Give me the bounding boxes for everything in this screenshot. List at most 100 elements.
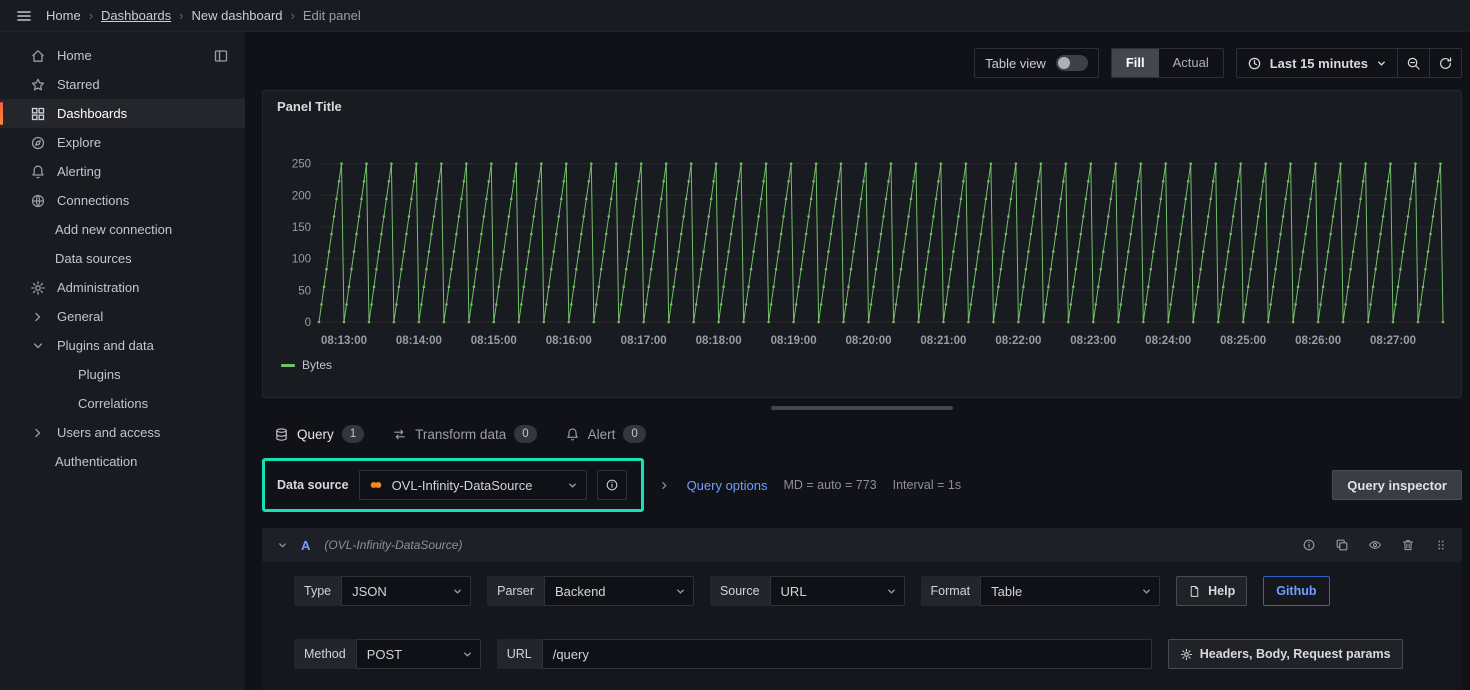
method-field: Method POST [294, 639, 481, 669]
type-label: Type [294, 576, 341, 606]
breadcrumb-dashboards[interactable]: Dashboards [101, 8, 171, 23]
type-select[interactable]: JSON [341, 576, 471, 606]
sidebar-item-label: Users and access [57, 425, 160, 440]
chevron-down-icon [1376, 58, 1387, 69]
chevron-right-icon [30, 309, 46, 325]
datasource-highlight: Data source OVL-Infinity-DataSource [262, 458, 644, 512]
fill-button[interactable]: Fill [1112, 49, 1159, 77]
sidebar-item-starred[interactable]: Starred [0, 70, 245, 99]
compass-icon [30, 135, 46, 151]
refresh-button[interactable] [1429, 49, 1461, 77]
breadcrumb-edit-panel: Edit panel [303, 8, 361, 23]
svg-text:0: 0 [305, 317, 311, 329]
actual-button[interactable]: Actual [1159, 49, 1223, 77]
bell-icon [30, 164, 46, 180]
sidebar-item-users-and-access[interactable]: Users and access [0, 418, 245, 447]
sidebar-item-general[interactable]: General [0, 302, 245, 331]
tab-label: Transform data [415, 427, 506, 442]
breadcrumb-home[interactable]: Home [46, 8, 81, 23]
help-button[interactable]: Help [1176, 576, 1247, 606]
chart-legend[interactable]: Bytes [273, 354, 1451, 372]
chevron-right-icon [658, 479, 671, 492]
query-row-actions [1300, 536, 1450, 554]
sidebar-item-label: Add new connection [55, 222, 172, 237]
svg-text:08:19:00: 08:19:00 [771, 335, 817, 347]
transform-icon [392, 427, 407, 442]
query-help-icon[interactable] [1300, 536, 1318, 554]
panel-resize-handle[interactable] [771, 406, 953, 410]
source-select[interactable]: URL [770, 576, 905, 606]
dashboards-icon [30, 106, 46, 122]
query-inspector-button[interactable]: Query inspector [1332, 470, 1462, 500]
breadcrumb-new-dashboard[interactable]: New dashboard [191, 8, 282, 23]
url-field: URL [497, 639, 1152, 669]
connections-icon [30, 193, 46, 209]
query-ref-id[interactable]: A [301, 538, 310, 553]
sidebar-item-correlations[interactable]: Correlations [0, 389, 245, 418]
chevron-down-icon [1141, 586, 1152, 597]
headers-body-params-label: Headers, Body, Request params [1200, 647, 1391, 661]
sidebar-item-administration[interactable]: Administration [0, 273, 245, 302]
type-value: JSON [352, 584, 387, 599]
legend-label: Bytes [302, 358, 332, 372]
tab-transform-data[interactable]: Transform data 0 [392, 425, 536, 443]
dock-menu-icon[interactable] [211, 46, 231, 66]
tab-alert[interactable]: Alert 0 [565, 425, 646, 443]
chevron-down-icon [30, 338, 46, 354]
sidebar-item-label: Starred [57, 77, 100, 92]
editor-tabs: Query 1 Transform data 0 Alert 0 [262, 422, 1462, 446]
table-view-control: Table view [974, 48, 1099, 78]
sidebar-item-dashboards[interactable]: Dashboards [0, 99, 245, 128]
zoom-out-button[interactable] [1397, 49, 1429, 77]
breadcrumb-separator [179, 8, 183, 23]
chevron-right-icon [30, 425, 46, 441]
sidebar-item-alerting[interactable]: Alerting [0, 157, 245, 186]
sidebar-item-label: Explore [57, 135, 101, 150]
query-options-link[interactable]: Query options [687, 478, 768, 493]
menu-icon[interactable] [14, 6, 34, 26]
query-row-header[interactable]: A (OVL-Infinity-DataSource) [262, 528, 1462, 562]
headers-body-params-button[interactable]: Headers, Body, Request params [1168, 639, 1403, 669]
parser-select[interactable]: Backend [544, 576, 694, 606]
timeseries-chart[interactable]: 05010015020025008:13:0008:14:0008:15:000… [273, 124, 1451, 354]
github-button[interactable]: Github [1263, 576, 1329, 606]
delete-query-icon[interactable] [1399, 536, 1417, 554]
tab-query[interactable]: Query 1 [274, 425, 364, 443]
edit-panel-main: Table view Fill Actual Last 15 minutes P… [245, 32, 1470, 690]
time-range-picker[interactable]: Last 15 minutes [1237, 49, 1397, 77]
sidebar-item-authentication[interactable]: Authentication [0, 447, 245, 476]
format-field: Format Table [921, 576, 1161, 606]
sidebar-item-plugins[interactable]: Plugins [0, 360, 245, 389]
breadcrumb-separator [89, 8, 93, 23]
duplicate-query-icon[interactable] [1333, 536, 1351, 554]
datasource-help-button[interactable] [597, 470, 627, 500]
sidebar-item-add-new-connection[interactable]: Add new connection [0, 215, 245, 244]
svg-text:100: 100 [292, 254, 311, 266]
parser-field: Parser Backend [487, 576, 694, 606]
bell-icon [565, 427, 580, 442]
sidebar-item-connections[interactable]: Connections [0, 186, 245, 215]
time-range-label: Last 15 minutes [1270, 56, 1368, 71]
datasource-picker[interactable]: OVL-Infinity-DataSource [359, 470, 587, 500]
sidebar-item-explore[interactable]: Explore [0, 128, 245, 157]
hide-query-icon[interactable] [1366, 536, 1384, 554]
url-input[interactable] [542, 639, 1152, 669]
toggle-knob [1058, 57, 1070, 69]
sidebar-item-plugins-and-data[interactable]: Plugins and data [0, 331, 245, 360]
table-view-toggle[interactable] [1056, 55, 1088, 71]
svg-text:08:18:00: 08:18:00 [696, 335, 742, 347]
collapse-query-icon[interactable] [274, 537, 291, 554]
help-label: Help [1208, 584, 1235, 598]
format-label: Format [921, 576, 981, 606]
tab-label: Alert [588, 427, 616, 442]
svg-text:08:20:00: 08:20:00 [845, 335, 891, 347]
sidebar-item-label: Alerting [57, 164, 101, 179]
sidebar-item-data-sources[interactable]: Data sources [0, 244, 245, 273]
format-select[interactable]: Table [980, 576, 1160, 606]
panel-preview: Panel Title 05010015020025008:13:0008:14… [262, 90, 1462, 398]
infinity-datasource-logo [368, 477, 384, 493]
sidebar-item-home[interactable]: Home [0, 41, 245, 70]
drag-handle-icon[interactable] [1432, 536, 1450, 554]
method-select[interactable]: POST [356, 639, 481, 669]
gear-icon [30, 280, 46, 296]
